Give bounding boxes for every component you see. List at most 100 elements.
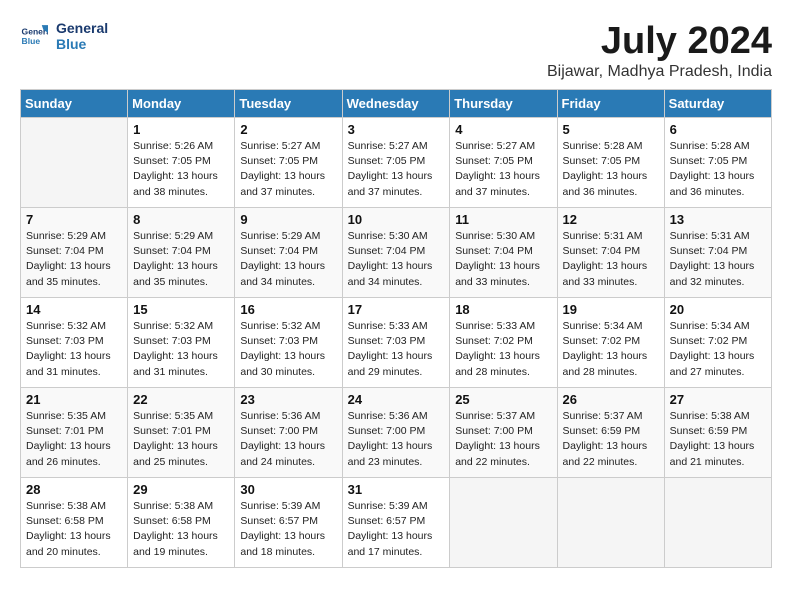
day-info: Sunrise: 5:34 AMSunset: 7:02 PMDaylight:… [563, 319, 659, 380]
calendar-cell [450, 478, 557, 568]
day-number: 23 [240, 392, 336, 407]
logo-text-line2: Blue [56, 36, 108, 52]
day-info: Sunrise: 5:30 AMSunset: 7:04 PMDaylight:… [348, 229, 445, 290]
day-info: Sunrise: 5:33 AMSunset: 7:02 PMDaylight:… [455, 319, 551, 380]
day-info: Sunrise: 5:37 AMSunset: 6:59 PMDaylight:… [563, 409, 659, 470]
calendar-cell [664, 478, 771, 568]
calendar-cell: 18 Sunrise: 5:33 AMSunset: 7:02 PMDayligh… [450, 298, 557, 388]
calendar-cell: 21 Sunrise: 5:35 AMSunset: 7:01 PMDayligh… [21, 388, 128, 478]
calendar-cell: 19 Sunrise: 5:34 AMSunset: 7:02 PMDayligh… [557, 298, 664, 388]
day-number: 31 [348, 482, 445, 497]
day-number: 17 [348, 302, 445, 317]
calendar-cell: 11 Sunrise: 5:30 AMSunset: 7:04 PMDayligh… [450, 208, 557, 298]
calendar-cell: 22 Sunrise: 5:35 AMSunset: 7:01 PMDayligh… [128, 388, 235, 478]
day-number: 27 [670, 392, 766, 407]
day-number: 4 [455, 122, 551, 137]
calendar-cell: 17 Sunrise: 5:33 AMSunset: 7:03 PMDayligh… [342, 298, 450, 388]
day-number: 6 [670, 122, 766, 137]
day-info: Sunrise: 5:37 AMSunset: 7:00 PMDaylight:… [455, 409, 551, 470]
calendar-cell: 6Sunrise: 5:28 AMSunset: 7:05 PMDaylight… [664, 118, 771, 208]
title-block: July 2024 Bijawar, Madhya Pradesh, India [547, 20, 772, 81]
location-subtitle: Bijawar, Madhya Pradesh, India [547, 63, 772, 81]
calendar-cell: 2 Sunrise: 5:27 AMSunset: 7:05 PMDaylight… [235, 118, 342, 208]
calendar-cell: 13 Sunrise: 5:31 AMSunset: 7:04 PMDayligh… [664, 208, 771, 298]
day-number: 5 [563, 122, 659, 137]
calendar-cell: 5Sunrise: 5:28 AMSunset: 7:05 PMDaylight… [557, 118, 664, 208]
day-info: Sunrise: 5:33 AMSunset: 7:03 PMDaylight:… [348, 319, 445, 380]
day-number: 13 [670, 212, 766, 227]
day-info: Sunrise: 5:29 AMSunset: 7:04 PMDaylight:… [240, 229, 336, 290]
calendar-week-row: 14Sunrise: 5:32 AMSunset: 7:03 PMDayligh… [21, 298, 772, 388]
day-number: 19 [563, 302, 659, 317]
day-number: 3 [348, 122, 445, 137]
calendar-cell: 29 Sunrise: 5:38 AMSunset: 6:58 PMDayligh… [128, 478, 235, 568]
day-info: Sunrise: 5:36 AMSunset: 7:00 PMDaylight:… [240, 409, 336, 470]
day-number: 24 [348, 392, 445, 407]
day-info: Sunrise: 5:32 AMSunset: 7:03 PMDaylight:… [133, 319, 229, 380]
day-info: Sunrise: 5:38 AMSunset: 6:59 PMDaylight:… [670, 409, 766, 470]
day-info: Sunrise: 5:35 AMSunset: 7:01 PMDaylight:… [133, 409, 229, 470]
day-number: 16 [240, 302, 336, 317]
day-info: Sunrise: 5:26 AMSunset: 7:05 PMDaylight:… [133, 139, 229, 200]
calendar-cell: 7Sunrise: 5:29 AMSunset: 7:04 PMDaylight… [21, 208, 128, 298]
day-info: Sunrise: 5:34 AMSunset: 7:02 PMDaylight:… [670, 319, 766, 380]
day-number: 18 [455, 302, 551, 317]
day-info: Sunrise: 5:32 AMSunset: 7:03 PMDaylight:… [26, 319, 122, 380]
logo: General Blue General Blue [20, 20, 108, 52]
column-header-monday: Monday [128, 90, 235, 118]
svg-text:Blue: Blue [22, 36, 41, 46]
day-number: 10 [348, 212, 445, 227]
day-info: Sunrise: 5:31 AMSunset: 7:04 PMDaylight:… [563, 229, 659, 290]
calendar-cell: 15 Sunrise: 5:32 AMSunset: 7:03 PMDayligh… [128, 298, 235, 388]
calendar-week-row: 7Sunrise: 5:29 AMSunset: 7:04 PMDaylight… [21, 208, 772, 298]
day-info: Sunrise: 5:38 AMSunset: 6:58 PMDaylight:… [26, 499, 122, 560]
calendar-cell: 9 Sunrise: 5:29 AMSunset: 7:04 PMDaylight… [235, 208, 342, 298]
calendar-week-row: 1 Sunrise: 5:26 AMSunset: 7:05 PMDaylight… [21, 118, 772, 208]
day-number: 30 [240, 482, 336, 497]
day-number: 21 [26, 392, 122, 407]
day-number: 8 [133, 212, 229, 227]
day-number: 29 [133, 482, 229, 497]
day-info: Sunrise: 5:29 AMSunset: 7:04 PMDaylight:… [26, 229, 122, 290]
column-header-friday: Friday [557, 90, 664, 118]
day-number: 28 [26, 482, 122, 497]
day-info: Sunrise: 5:27 AMSunset: 7:05 PMDaylight:… [240, 139, 336, 200]
day-info: Sunrise: 5:27 AMSunset: 7:05 PMDaylight:… [455, 139, 551, 200]
day-number: 11 [455, 212, 551, 227]
day-number: 1 [133, 122, 229, 137]
day-number: 25 [455, 392, 551, 407]
calendar-cell: 4 Sunrise: 5:27 AMSunset: 7:05 PMDaylight… [450, 118, 557, 208]
day-info: Sunrise: 5:31 AMSunset: 7:04 PMDaylight:… [670, 229, 766, 290]
day-number: 22 [133, 392, 229, 407]
day-info: Sunrise: 5:35 AMSunset: 7:01 PMDaylight:… [26, 409, 122, 470]
day-number: 9 [240, 212, 336, 227]
day-info: Sunrise: 5:38 AMSunset: 6:58 PMDaylight:… [133, 499, 229, 560]
day-number: 15 [133, 302, 229, 317]
calendar-cell: 1 Sunrise: 5:26 AMSunset: 7:05 PMDaylight… [128, 118, 235, 208]
calendar-cell: 12Sunrise: 5:31 AMSunset: 7:04 PMDayligh… [557, 208, 664, 298]
month-title: July 2024 [547, 20, 772, 63]
day-number: 20 [670, 302, 766, 317]
calendar-cell: 10 Sunrise: 5:30 AMSunset: 7:04 PMDayligh… [342, 208, 450, 298]
calendar-cell: 24 Sunrise: 5:36 AMSunset: 7:00 PMDayligh… [342, 388, 450, 478]
calendar-header-row: SundayMondayTuesdayWednesdayThursdayFrid… [21, 90, 772, 118]
day-number: 2 [240, 122, 336, 137]
calendar-cell [557, 478, 664, 568]
calendar-cell: 26 Sunrise: 5:37 AMSunset: 6:59 PMDayligh… [557, 388, 664, 478]
day-info: Sunrise: 5:36 AMSunset: 7:00 PMDaylight:… [348, 409, 445, 470]
calendar-cell: 14Sunrise: 5:32 AMSunset: 7:03 PMDayligh… [21, 298, 128, 388]
day-info: Sunrise: 5:27 AMSunset: 7:05 PMDaylight:… [348, 139, 445, 200]
calendar-cell: 28 Sunrise: 5:38 AMSunset: 6:58 PMDayligh… [21, 478, 128, 568]
calendar-cell: 8Sunrise: 5:29 AMSunset: 7:04 PMDaylight… [128, 208, 235, 298]
page-header: General Blue General Blue July 2024 Bija… [20, 20, 772, 81]
calendar-cell: 31Sunrise: 5:39 AMSunset: 6:57 PMDayligh… [342, 478, 450, 568]
calendar-cell: 27 Sunrise: 5:38 AMSunset: 6:59 PMDayligh… [664, 388, 771, 478]
day-number: 26 [563, 392, 659, 407]
day-info: Sunrise: 5:30 AMSunset: 7:04 PMDaylight:… [455, 229, 551, 290]
day-info: Sunrise: 5:32 AMSunset: 7:03 PMDaylight:… [240, 319, 336, 380]
calendar-cell: 30 Sunrise: 5:39 AMSunset: 6:57 PMDayligh… [235, 478, 342, 568]
calendar-week-row: 21 Sunrise: 5:35 AMSunset: 7:01 PMDayligh… [21, 388, 772, 478]
day-info: Sunrise: 5:39 AMSunset: 6:57 PMDaylight:… [240, 499, 336, 560]
calendar-table: SundayMondayTuesdayWednesdayThursdayFrid… [20, 89, 772, 568]
calendar-cell: 20 Sunrise: 5:34 AMSunset: 7:02 PMDayligh… [664, 298, 771, 388]
